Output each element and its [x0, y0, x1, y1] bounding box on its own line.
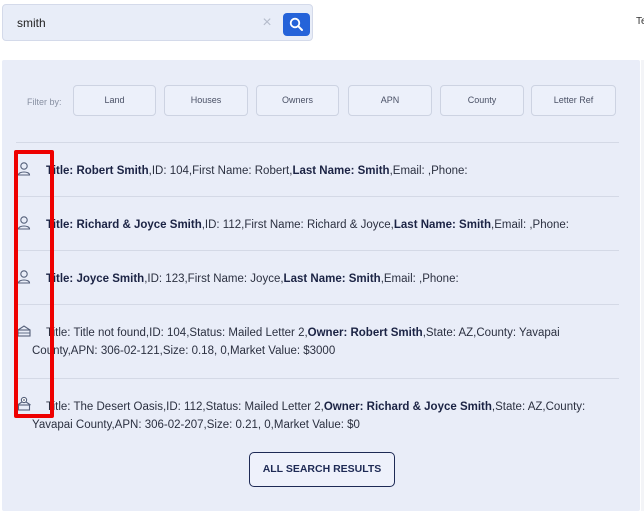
result-house-richard-joyce-smith[interactable]: Title: The Desert Oasis,ID: 112,Status: …	[16, 392, 619, 450]
result-text: Title: Title not found,ID: 104,Status: M…	[32, 324, 592, 360]
highlight-box	[14, 150, 54, 418]
divider	[16, 304, 619, 305]
result-field: ,ID: 104,First Name: Robert,	[148, 165, 293, 177]
filter-land-button[interactable]: Land	[73, 85, 156, 116]
result-bold-field: Title: Robert Smith	[46, 165, 149, 177]
result-field: Title: The Desert Oasis,ID: 112,Status: …	[46, 401, 324, 413]
result-bold-field: Title: Joyce Smith	[46, 273, 145, 285]
search-button[interactable]	[283, 13, 310, 36]
filter-owners-button[interactable]: Owners	[256, 85, 339, 116]
result-text: Title: Robert Smith,ID: 104,First Name: …	[46, 162, 468, 180]
search-icon	[289, 17, 303, 31]
truncated-header-text: Te	[636, 16, 644, 27]
result-text: Title: Joyce Smith,ID: 123,First Name: J…	[46, 270, 459, 288]
result-field: ,ID: 123,First Name: Joyce,	[144, 273, 284, 285]
result-text: Title: Richard & Joyce Smith,ID: 112,Fir…	[46, 216, 569, 234]
result-bold-field: Owner: Richard & Joyce Smith	[323, 401, 492, 413]
result-field: ,Email: ,Phone:	[380, 273, 459, 285]
clear-search-button[interactable]: ×	[259, 14, 275, 32]
filter-label: Filter by:	[27, 97, 62, 107]
search-results-panel: Filter by: Land Houses Owners APN County…	[2, 60, 640, 511]
filter-county-button[interactable]: County	[440, 85, 524, 116]
filter-houses-button[interactable]: Houses	[164, 85, 248, 116]
search-input[interactable]	[17, 14, 247, 32]
filter-letter-ref-button[interactable]: Letter Ref	[531, 85, 616, 116]
search-box: ×	[2, 4, 313, 41]
result-field: ,Email: ,Phone:	[491, 219, 569, 231]
result-owner-robert-smith[interactable]: Title: Robert Smith,ID: 104,First Name: …	[16, 156, 619, 196]
divider	[16, 250, 619, 251]
result-bold-field: Last Name: Smith	[283, 273, 381, 285]
result-field: ,Email: ,Phone:	[389, 165, 468, 177]
result-bold-field: Last Name: Smith	[393, 219, 492, 231]
divider	[16, 196, 619, 197]
result-bold-field: Last Name: Smith	[292, 165, 390, 177]
result-bold-field: Title: Richard & Joyce Smith	[46, 219, 202, 231]
all-search-results-button[interactable]: ALL SEARCH RESULTS	[249, 452, 395, 487]
result-land-robert-smith[interactable]: Title: Title not found,ID: 104,Status: M…	[16, 318, 619, 376]
result-field: Title: Title not found,ID: 104,Status: M…	[46, 327, 308, 339]
result-owner-joyce-smith[interactable]: Title: Joyce Smith,ID: 123,First Name: J…	[16, 264, 619, 304]
filter-apn-button[interactable]: APN	[348, 85, 432, 116]
result-owner-richard-joyce-smith[interactable]: Title: Richard & Joyce Smith,ID: 112,Fir…	[16, 210, 619, 250]
divider	[16, 378, 619, 379]
divider	[16, 142, 619, 143]
result-text: Title: The Desert Oasis,ID: 112,Status: …	[32, 398, 592, 434]
result-field: ,ID: 112,First Name: Richard & Joyce,	[201, 219, 394, 231]
result-bold-field: Owner: Robert Smith	[307, 327, 423, 339]
